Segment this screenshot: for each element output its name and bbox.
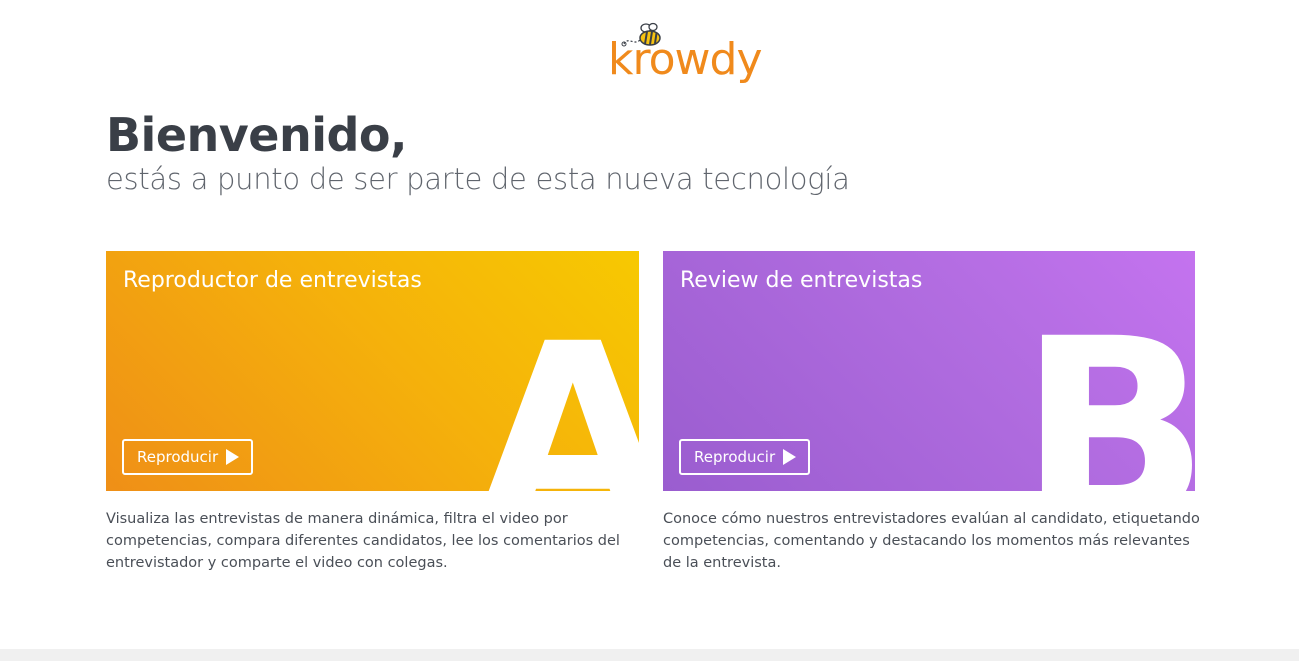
page-title: Bienvenido, — [106, 108, 407, 162]
footer-bar — [0, 649, 1299, 661]
page-subtitle: estás a punto de ser parte de esta nueva… — [106, 162, 850, 196]
play-icon — [783, 449, 797, 465]
card-letter: A — [476, 290, 639, 492]
play-icon — [226, 449, 240, 465]
play-button[interactable]: Reproducir — [679, 439, 811, 475]
krowdy-logo[interactable]: krowdy — [606, 20, 766, 96]
card-letter: B — [1019, 285, 1195, 492]
card-title: Review de entrevistas — [680, 268, 923, 293]
card-reproductor[interactable]: Reproductor de entrevistas A Reproducir — [106, 251, 639, 491]
card-title: Reproductor de entrevistas — [123, 268, 422, 293]
card-review[interactable]: Review de entrevistas B Reproducir — [663, 251, 1195, 491]
play-button-label: Reproducir — [137, 448, 219, 466]
card-description: Visualiza las entrevistas de manera diná… — [106, 511, 620, 571]
play-button[interactable]: Reproducir — [122, 439, 254, 475]
play-button-label: Reproducir — [694, 448, 776, 466]
brand-name: krowdy — [608, 34, 762, 85]
card-description: Conoce cómo nuestros entrevistadores eva… — [663, 511, 1200, 571]
